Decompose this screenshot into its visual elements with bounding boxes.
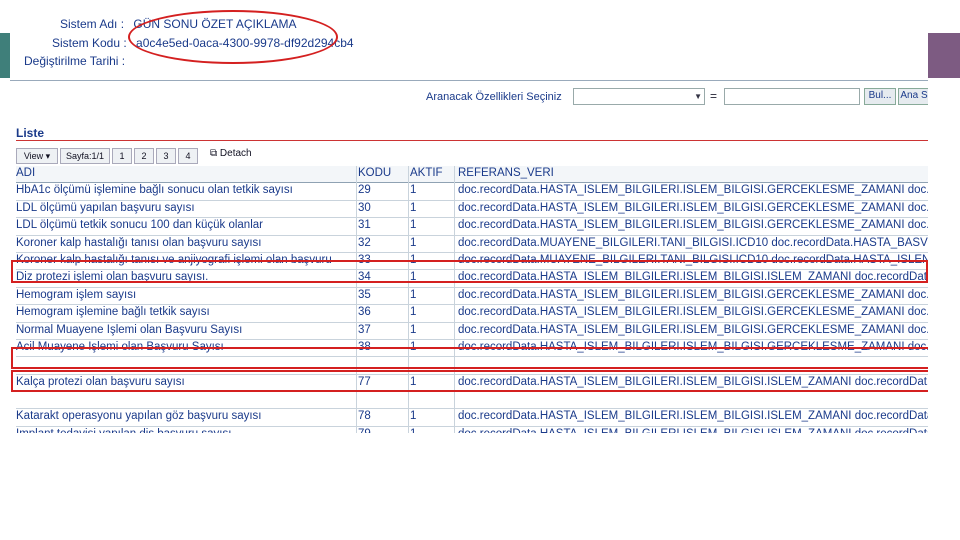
cell-aktif: 1 xyxy=(410,219,417,232)
cell-aktif: 1 xyxy=(410,428,454,433)
cell-kodu: 35 xyxy=(358,288,371,301)
cell-adi: Normal Muayene İşlemi olan Başvuru Sayıs… xyxy=(16,323,243,336)
cell-aktif: 1 xyxy=(410,201,417,214)
table-row[interactable]: Katarakt operasyonu yapılan göz başvuru … xyxy=(16,409,928,427)
cell-kodu: 78 xyxy=(358,410,371,423)
list-title: Liste xyxy=(16,126,45,140)
view-menu[interactable]: View ▾ xyxy=(16,148,58,164)
table-row[interactable]: HbA1c ölçümü işlemine bağlı sonucu olan … xyxy=(16,183,928,201)
cell-referans: doc.recordData.MUAYENE_BILGILERI.TANI_BI… xyxy=(458,236,928,249)
detach-icon: ⧉ xyxy=(210,148,218,159)
data-table: ADI KODU AKTIF REFERANS_VERI HbA1c ölçüm… xyxy=(16,166,928,433)
find-button[interactable]: Bul... xyxy=(864,88,896,105)
cell-adi: Hemogram işlemine bağlı tetkik sayısı xyxy=(16,306,210,319)
equals-sign: = xyxy=(710,89,718,103)
cell-aktif: 1 xyxy=(410,184,417,197)
cell-kodu: 36 xyxy=(358,306,371,319)
column-header-kodu[interactable]: KODU xyxy=(358,167,408,179)
cell-referans: doc.recordData.HASTA_ISLEM_BILGILERI.ISL… xyxy=(458,323,928,336)
property-select[interactable]: ▼ xyxy=(573,88,705,105)
cell-referans: doc.recordData.HASTA_ISLEM_BILGILERI.ISL… xyxy=(458,306,928,319)
cell-aktif: 1 xyxy=(410,306,417,319)
page-4-button[interactable]: 4 xyxy=(178,148,198,164)
cell-kodu: 79 xyxy=(358,428,408,433)
cell-kodu: 32 xyxy=(358,236,371,249)
table-row[interactable]: Hemogram işlemine bağlı tetkik sayısı 36 1… xyxy=(16,305,928,323)
search-label: Aranacak Özellikleri Seçiniz xyxy=(426,91,562,103)
cell-adi: İmplant tedavisi yapılan diş başvuru say… xyxy=(16,428,354,433)
cell-aktif: 1 xyxy=(410,236,417,249)
highlight-box-row-77 xyxy=(11,347,928,369)
cell-adi: HbA1c ölçümü işlemine bağlı sonucu olan … xyxy=(16,184,293,197)
page-indicator: Sayfa:1/1 xyxy=(60,148,110,164)
column-divider xyxy=(408,166,409,433)
detach-label: Detach xyxy=(219,148,252,159)
cell-kodu: 31 xyxy=(358,219,371,232)
highlight-box-row-78 xyxy=(11,370,928,392)
cell-referans: doc.recordData.HASTA_ISLEM_BILGILERI.ISL… xyxy=(458,288,928,301)
cell-referans: doc.recordData.HASTA_ISLEM_BILGILERI.ISL… xyxy=(458,428,928,433)
table-row[interactable]: LDL ölçümü tetkik sonucu 100 dan küçük o… xyxy=(16,218,928,236)
cell-referans: doc.recordData.HASTA_ISLEM_BILGILERI.ISL… xyxy=(458,201,928,214)
cell-adi: Katarakt operasyonu yapılan göz başvuru … xyxy=(16,410,262,423)
cell-kodu: 30 xyxy=(358,201,371,214)
column-divider xyxy=(356,166,357,433)
title-underline xyxy=(16,140,928,141)
cell-adi: LDL ölçümü tetkik sonucu 100 dan küçük o… xyxy=(16,219,263,232)
table-row[interactable]: Hemogram işlem sayısı 35 1 doc.recordData.H… xyxy=(16,288,928,306)
cell-referans: doc.recordData.HASTA_ISLEM_BILGILERI.ISL… xyxy=(458,184,928,197)
table-header: ADI KODU AKTIF REFERANS_VERI xyxy=(16,166,928,184)
table-row[interactable] xyxy=(16,392,928,410)
table-row[interactable]: Normal Muayene İşlemi olan Başvuru Sayıs… xyxy=(16,323,928,340)
system-name-label: Sistem Adı : xyxy=(60,17,125,31)
page-2-button[interactable]: 2 xyxy=(134,148,154,164)
table-row[interactable]: LDL ölçümü yapılan başvuru sayısı 30 1 doc.… xyxy=(16,201,928,219)
cell-kodu: 29 xyxy=(358,184,371,197)
cell-adi: LDL ölçümü yapılan başvuru sayısı xyxy=(16,201,195,214)
search-bar: Aranacak Özellikleri Seçiniz ▼ = Bul... … xyxy=(10,88,928,108)
cell-aktif: 1 xyxy=(410,323,417,336)
screenshot: Sistem Adı : GÜN SONU ÖZET AÇIKLAMA Sist… xyxy=(10,8,928,433)
highlight-box-row-34 xyxy=(11,260,928,283)
page-1-button[interactable]: 1 xyxy=(112,148,132,164)
divider xyxy=(10,80,928,81)
system-info: Sistem Adı : GÜN SONU ÖZET AÇIKLAMA Sist… xyxy=(10,8,928,78)
cell-aktif: 1 xyxy=(410,410,417,423)
slide-accent-right xyxy=(926,33,960,78)
cell-aktif: 1 xyxy=(410,288,417,301)
table-row[interactable]: Koroner kalp hastalığı tanısı olan başvu… xyxy=(16,236,928,253)
cell-adi: Hemogram işlem sayısı xyxy=(16,288,137,301)
modified-row: Değiştirilme Tarihi : xyxy=(24,54,125,68)
detach-button[interactable]: ⧉ Detach xyxy=(210,148,252,159)
system-code-label: Sistem Kodu : xyxy=(52,36,127,50)
cell-referans: doc.recordData.HASTA_ISLEM_BILGILERI.ISL… xyxy=(458,219,928,232)
search-value-input[interactable] xyxy=(724,88,860,105)
column-header-aktif[interactable]: AKTIF xyxy=(410,167,454,179)
highlight-oval xyxy=(128,10,338,64)
table-row[interactable]: İmplant tedavisi yapılan diş başvuru say… xyxy=(16,427,928,433)
cell-kodu: 37 xyxy=(358,323,371,336)
list-toolbar: View ▾ Sayfa:1/1 1 2 3 4 ⧉ Detach xyxy=(16,148,928,164)
cell-adi: Koroner kalp hastalığı tanısı olan başvu… xyxy=(16,236,262,249)
modified-label: Değiştirilme Tarihi : xyxy=(24,54,126,68)
column-header-referans[interactable]: REFERANS_VERI xyxy=(458,167,928,179)
page-3-button[interactable]: 3 xyxy=(156,148,176,164)
column-divider xyxy=(454,166,455,433)
cell-referans: doc.recordData.HASTA_ISLEM_BILGILERI.ISL… xyxy=(458,410,928,423)
home-button[interactable]: Ana S xyxy=(898,88,928,105)
chevron-down-icon: ▼ xyxy=(694,92,702,101)
column-header-adi[interactable]: ADI xyxy=(16,167,354,179)
